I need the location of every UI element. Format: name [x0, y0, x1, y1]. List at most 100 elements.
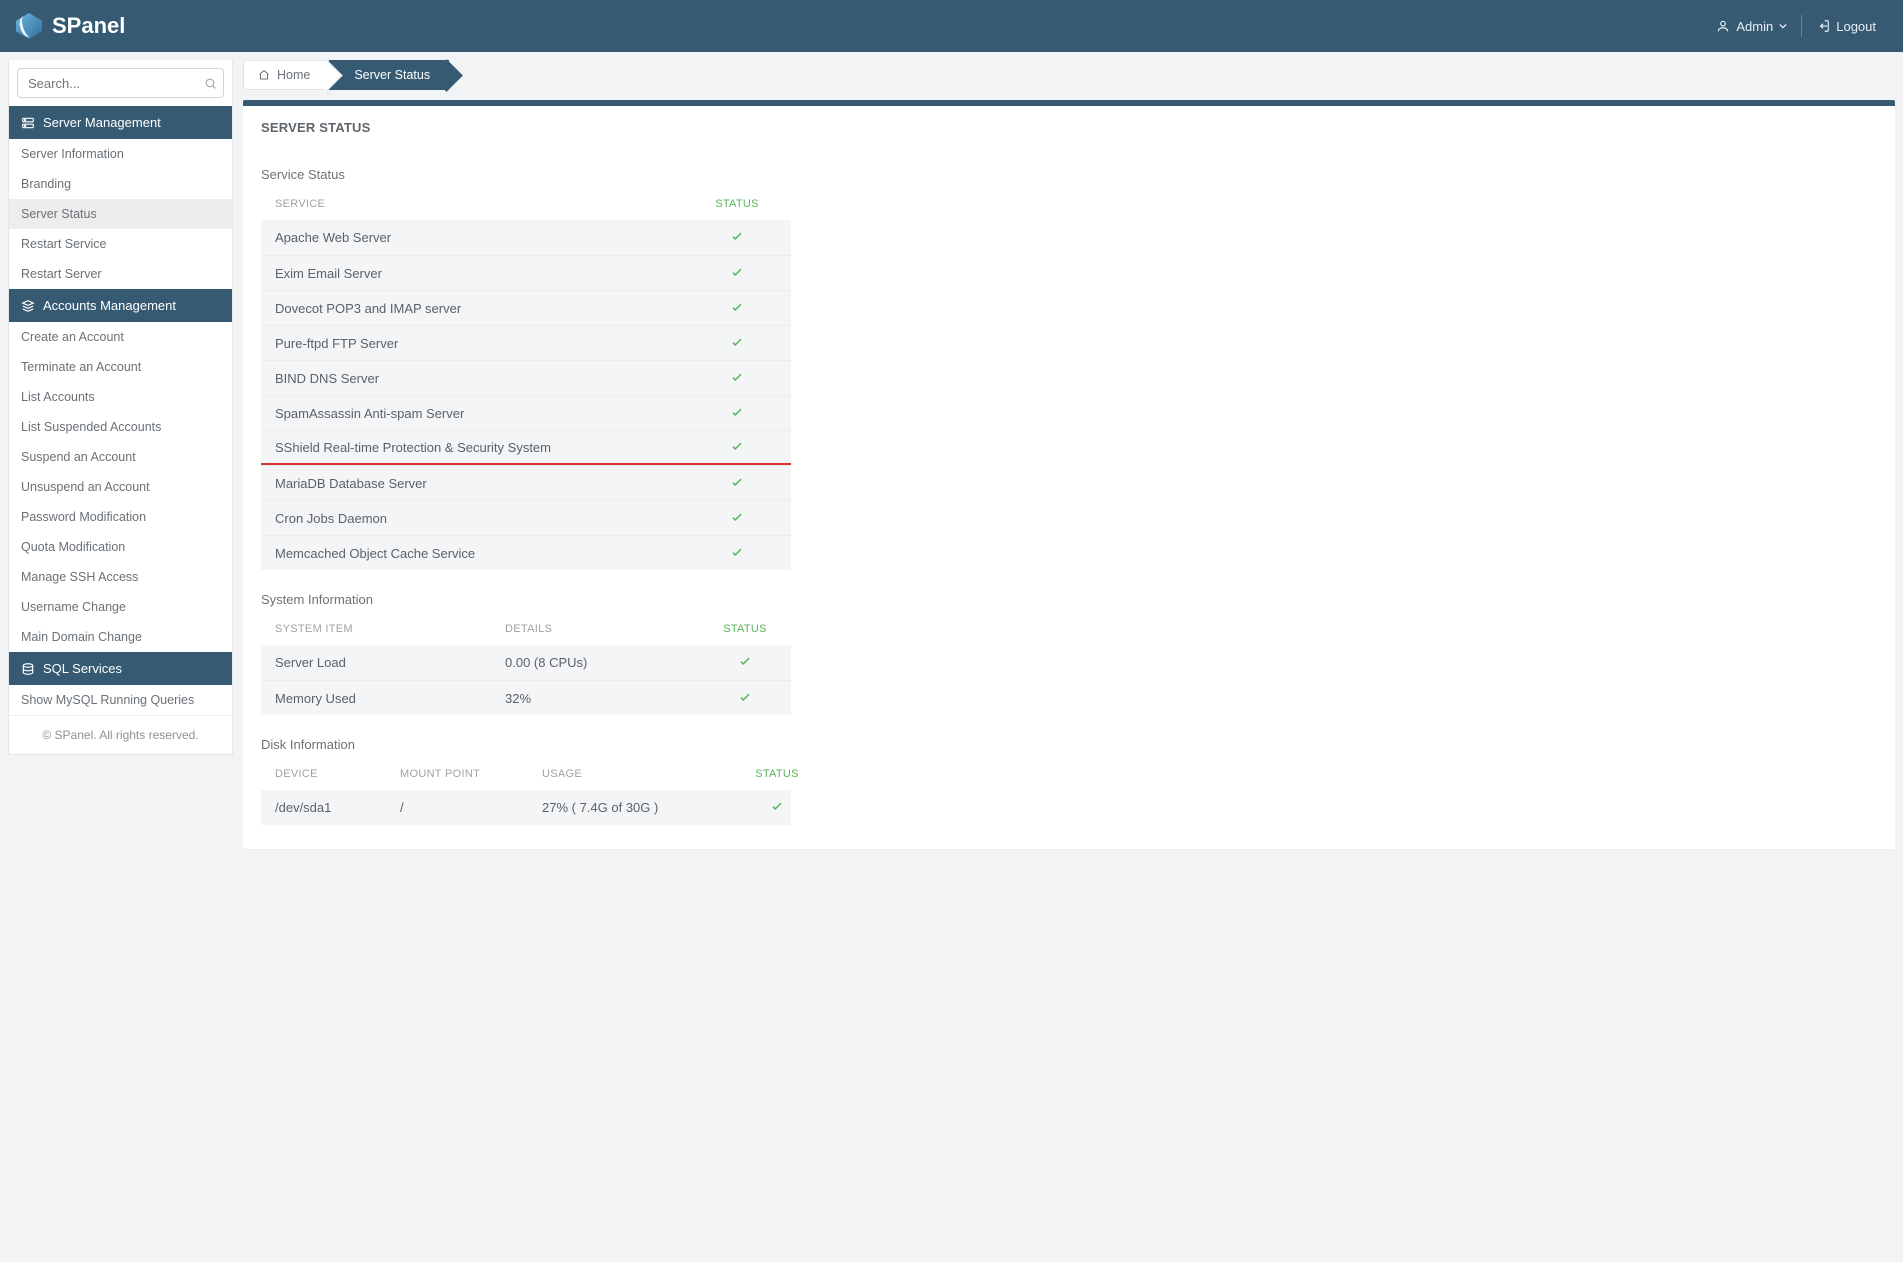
brand-name: SPanel [52, 13, 125, 39]
col-service: SERVICE [275, 198, 697, 210]
nav-item[interactable]: Server Information [9, 139, 232, 169]
cell-details: 32% [505, 691, 705, 706]
cell-usage: 27% ( 7.4G of 30G ) [542, 800, 737, 815]
cell-service: BIND DNS Server [275, 371, 697, 386]
main: Home Server Status SERVER STATUS Service… [233, 52, 1903, 879]
cell-service: Apache Web Server [275, 230, 697, 245]
nav-item[interactable]: Server Status [9, 199, 232, 229]
logout-link[interactable]: Logout [1805, 12, 1887, 41]
cell-service: SShield Real-time Protection & Security … [275, 440, 697, 455]
cell-service: Pure-ftpd FTP Server [275, 336, 697, 351]
divider [1801, 15, 1802, 37]
check-icon [730, 300, 744, 314]
nav-item[interactable]: Branding [9, 169, 232, 199]
breadcrumb-current[interactable]: Server Status [329, 60, 449, 90]
cell-status [697, 300, 777, 317]
col-status: STATUS [697, 198, 777, 210]
cell-status [697, 405, 777, 422]
nav-item[interactable]: Username Change [9, 592, 232, 622]
search-icon [204, 77, 217, 90]
cell-status [697, 229, 777, 246]
admin-label: Admin [1736, 19, 1773, 34]
cell-status [697, 510, 777, 527]
table-row: Server Load0.00 (8 CPUs) [261, 645, 791, 680]
cell-status [697, 335, 777, 352]
cell-service: Dovecot POP3 and IMAP server [275, 301, 697, 316]
nav-item[interactable]: Manage SSH Access [9, 562, 232, 592]
cell-status [697, 439, 777, 456]
cell-details: 0.00 (8 CPUs) [505, 655, 705, 670]
table-row: Memory Used32% [261, 680, 791, 715]
nav-item[interactable]: List Accounts [9, 382, 232, 412]
section-icon [21, 299, 35, 313]
check-icon [730, 475, 744, 489]
breadcrumbs: Home Server Status [243, 60, 1895, 90]
section-icon [21, 116, 35, 130]
nav-item[interactable]: Unsuspend an Account [9, 472, 232, 502]
nav-section-title: SQL Services [43, 661, 122, 676]
cell-service: SpamAssassin Anti-spam Server [275, 406, 697, 421]
table-head: SYSTEM ITEM DETAILS STATUS [261, 613, 791, 645]
table-head: DEVICE MOUNT POINT USAGE STATUS [261, 758, 791, 790]
col-device: DEVICE [275, 768, 400, 780]
logout-icon [1816, 19, 1830, 33]
nav-item[interactable]: Restart Service [9, 229, 232, 259]
check-icon [730, 405, 744, 419]
brand[interactable]: SPanel [16, 13, 125, 39]
disk-info-table: DEVICE MOUNT POINT USAGE STATUS /dev/sda… [261, 758, 791, 825]
cell-item: Memory Used [275, 691, 505, 706]
col-usage: USAGE [542, 768, 737, 780]
section-label-system: System Information [261, 592, 1877, 607]
check-icon [730, 335, 744, 349]
table-row: SpamAssassin Anti-spam Server [261, 395, 791, 430]
brand-logo-icon [16, 13, 42, 39]
sidebar: Server Management Server InformationBrand… [8, 60, 233, 755]
nav-item[interactable]: Password Modification [9, 502, 232, 532]
nav-section-header: SQL Services [9, 652, 232, 685]
table-row: Apache Web Server [261, 220, 791, 255]
check-icon [730, 370, 744, 384]
check-icon [730, 439, 744, 453]
cell-status [697, 265, 777, 282]
cell-service: Cron Jobs Daemon [275, 511, 697, 526]
logout-label: Logout [1836, 19, 1876, 34]
table-row: Pure-ftpd FTP Server [261, 325, 791, 360]
nav-section-title: Server Management [43, 115, 161, 130]
nav-item[interactable]: Quota Modification [9, 532, 232, 562]
section-icon [21, 662, 35, 676]
cell-device: /dev/sda1 [275, 800, 400, 815]
nav-item[interactable]: Restart Server [9, 259, 232, 289]
nav-item[interactable]: Main Domain Change [9, 622, 232, 652]
col-mount: MOUNT POINT [400, 768, 542, 780]
breadcrumb-home[interactable]: Home [243, 60, 329, 90]
col-status: STATUS [705, 623, 785, 635]
sidebar-footer: © SPanel. All rights reserved. [9, 715, 232, 754]
check-icon [730, 545, 744, 559]
col-item: SYSTEM ITEM [275, 623, 505, 635]
nav-item[interactable]: Show MySQL Running Queries [9, 685, 232, 715]
nav-item[interactable]: Suspend an Account [9, 442, 232, 472]
breadcrumb-label: Home [277, 68, 310, 82]
nav-item[interactable]: Create an Account [9, 322, 232, 352]
search-input[interactable] [28, 76, 204, 91]
panel-server-status: SERVER STATUS Service Status SERVICE STA… [243, 100, 1895, 849]
cell-status [705, 690, 785, 707]
table-row: Dovecot POP3 and IMAP server [261, 290, 791, 325]
search-box[interactable] [17, 68, 224, 98]
check-icon [770, 799, 784, 813]
table-row: /dev/sda1/27% ( 7.4G of 30G ) [261, 790, 791, 825]
cell-service: MariaDB Database Server [275, 476, 697, 491]
nav-item[interactable]: Terminate an Account [9, 352, 232, 382]
top-right-controls: Admin Logout [1705, 12, 1887, 41]
admin-menu[interactable]: Admin [1705, 12, 1798, 41]
home-icon [258, 69, 270, 81]
panel-title: SERVER STATUS [243, 106, 1895, 145]
table-row: BIND DNS Server [261, 360, 791, 395]
cell-mount: / [400, 800, 542, 815]
check-icon [738, 654, 752, 668]
system-info-table: SYSTEM ITEM DETAILS STATUS Server Load0.… [261, 613, 791, 715]
col-status: STATUS [737, 768, 817, 780]
cell-status [737, 799, 817, 816]
cell-status [697, 475, 777, 492]
nav-item[interactable]: List Suspended Accounts [9, 412, 232, 442]
